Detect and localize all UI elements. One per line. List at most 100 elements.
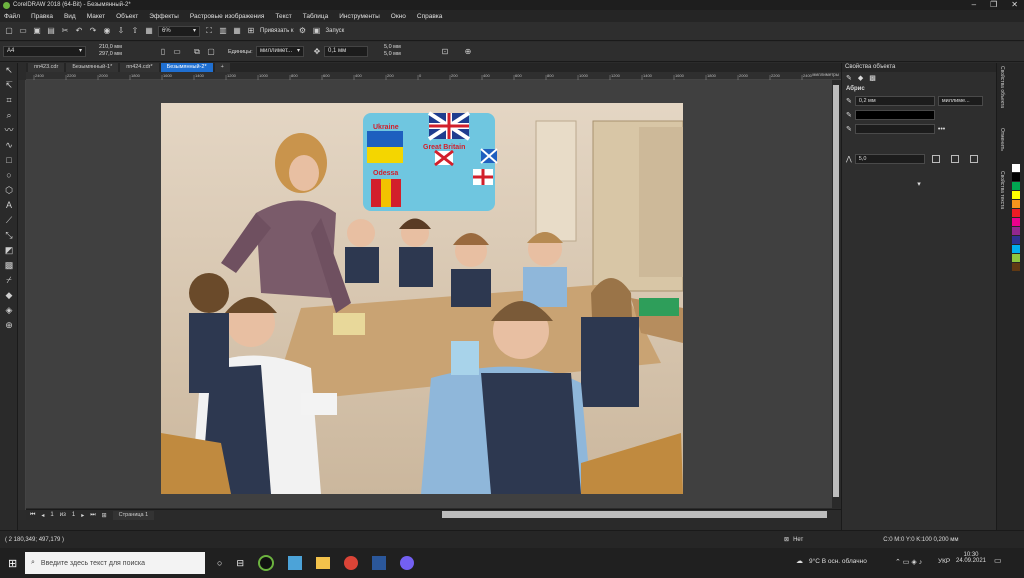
color-swatch[interactable] — [1012, 218, 1020, 226]
tab-pp423[interactable]: пп423.cdr — [28, 63, 65, 72]
current-page-number[interactable]: 1 — [50, 512, 53, 518]
new-tab-button[interactable]: + — [214, 63, 230, 72]
color-swatch[interactable] — [1012, 263, 1020, 271]
snap-icon[interactable]: ⊞ — [246, 26, 256, 36]
corner-bevel-icon[interactable] — [969, 155, 978, 163]
landscape-icon[interactable]: ▭ — [172, 47, 182, 57]
cut-icon[interactable]: ✂ — [60, 26, 70, 36]
add-page-tab-icon[interactable]: ⊞ — [102, 512, 107, 519]
menu-file[interactable]: Файл — [4, 13, 20, 20]
color-swatch[interactable] — [1012, 254, 1020, 262]
menu-edit[interactable]: Правка — [31, 13, 53, 20]
tab-untitled-2[interactable]: Безымянный-2* — [160, 63, 213, 72]
menu-window[interactable]: Окно — [391, 13, 406, 20]
horizontal-scroll-thumb[interactable] — [442, 511, 827, 518]
new-icon[interactable]: ▢ — [4, 26, 14, 36]
color-swatch[interactable] — [1012, 182, 1020, 190]
tray-icons[interactable]: ⌃ ▭ ◈ ♪ — [895, 558, 922, 566]
color-swatch[interactable] — [1012, 173, 1020, 181]
outline-color-picker[interactable] — [854, 110, 935, 120]
first-page-icon[interactable]: ⏮ — [30, 512, 35, 519]
menu-table[interactable]: Таблица — [303, 13, 329, 20]
export-icon[interactable]: ⇧ — [130, 26, 140, 36]
coreldraw-taskbar-icon[interactable] — [257, 555, 274, 571]
undo-icon[interactable]: ↶ — [74, 26, 84, 36]
page-height-field[interactable]: 297,0 мм — [91, 51, 122, 58]
rectangle-tool-icon[interactable]: □ — [0, 153, 18, 168]
fill-tab-icon[interactable]: ◆ — [858, 74, 863, 82]
open-icon[interactable]: ▭ — [18, 26, 28, 36]
document-palette-bar[interactable] — [18, 520, 841, 530]
zoom-tool-icon[interactable]: ⌕ — [0, 108, 18, 123]
launch-dropdown[interactable]: Запуск — [326, 28, 345, 34]
menu-object[interactable]: Объект — [116, 13, 138, 20]
page-size-combo[interactable]: A4 ▾ — [3, 46, 86, 57]
last-page-icon[interactable]: ⏭ — [90, 512, 95, 519]
parallel-dimension-icon[interactable]: ⟋ — [0, 213, 18, 228]
color-swatch[interactable] — [1012, 227, 1020, 235]
color-swatch[interactable] — [1012, 209, 1020, 217]
full-screen-icon[interactable]: ⛶ — [204, 26, 214, 36]
color-swatch[interactable] — [1012, 200, 1020, 208]
publish-pdf-icon[interactable]: ▦ — [144, 26, 154, 36]
color-swatch[interactable] — [1012, 236, 1020, 244]
launch-icon[interactable]: ▣ — [312, 26, 322, 36]
snap-to-dropdown[interactable]: Привязать к — [260, 28, 294, 34]
paint-taskbar-icon[interactable] — [287, 556, 302, 570]
close-button[interactable]: ✕ — [1011, 0, 1018, 9]
menu-tools[interactable]: Инструменты — [339, 13, 380, 20]
menu-text[interactable]: Текст — [275, 13, 291, 20]
vertical-scroll-thumb[interactable] — [833, 85, 839, 497]
connector-tool-icon[interactable]: ⤡ — [0, 228, 18, 243]
side-tab-undo[interactable]: Отменить — [999, 128, 1005, 151]
outline-units-combo[interactable]: миллиме... — [937, 96, 983, 106]
freehand-tool-icon[interactable]: 〰 — [0, 123, 18, 138]
restore-button[interactable]: ❐ — [990, 0, 997, 9]
page-tab-1[interactable]: Страница 1 — [112, 510, 155, 520]
save-icon[interactable]: ▣ — [32, 26, 42, 36]
transparency-tool-icon[interactable]: ▩ — [0, 258, 18, 273]
horizontal-ruler[interactable]: 2400 2200 2000 1800 1600 1400 1200 1000 800 600 40… — [26, 72, 841, 80]
outline-tab-icon[interactable]: ✎ — [846, 74, 852, 82]
interactive-fill-icon[interactable]: ◆ — [0, 288, 18, 303]
page-dimensions[interactable]: 210,0 мм 297,0 мм — [91, 44, 122, 58]
redo-icon[interactable]: ↷ — [88, 26, 98, 36]
menu-bitmaps[interactable]: Растровые изображения — [190, 13, 265, 20]
color-swatch[interactable] — [1012, 164, 1020, 172]
duplicate-x-field[interactable]: 5,0 мм — [376, 44, 401, 51]
import-icon[interactable]: ⇩ — [116, 26, 126, 36]
chrome-icon[interactable] — [343, 556, 358, 570]
line-style-combo[interactable] — [854, 124, 935, 134]
crop-tool-icon[interactable]: ⌗ — [0, 93, 18, 108]
prev-page-icon[interactable]: ◂ — [41, 512, 44, 519]
show-grid-icon[interactable]: ▦ — [232, 26, 242, 36]
expand-chevron-icon[interactable]: ▾ — [842, 166, 996, 188]
polygon-tool-icon[interactable]: ⬡ — [0, 183, 18, 198]
minimize-button[interactable]: – — [972, 0, 976, 9]
next-page-icon[interactable]: ▸ — [81, 512, 84, 519]
side-tab-object-properties[interactable]: Свойства объекта — [999, 66, 1005, 108]
task-view-icon[interactable]: ○ — [217, 558, 222, 568]
taskbar-search-box[interactable]: ⌕ Введите здесь текст для поиска — [25, 552, 205, 574]
show-rulers-icon[interactable]: ▥ — [218, 26, 228, 36]
page-width-field[interactable]: 210,0 мм — [91, 44, 122, 51]
weather-text[interactable]: 9°C В осн. облачно — [809, 558, 867, 565]
all-pages-icon[interactable]: ⧉ — [192, 47, 202, 57]
options-gear-icon[interactable]: ⚙ — [298, 26, 308, 36]
nudge-distance-field[interactable]: 0,1 мм — [324, 46, 368, 57]
menu-layout[interactable]: Макет — [87, 13, 105, 20]
viber-icon[interactable] — [399, 556, 414, 570]
units-combo[interactable]: миллимет... ▾ — [256, 46, 304, 57]
duplicate-distance[interactable]: 5,0 мм 5,0 мм — [376, 44, 401, 58]
ellipse-tool-icon[interactable]: ○ — [0, 168, 18, 183]
page-photo[interactable]: Ukraine Great Britain Odessa — [161, 103, 683, 494]
zoom-level-combo[interactable]: 6% ▾ — [158, 25, 200, 37]
transparency-tab-icon[interactable]: ▩ — [869, 74, 876, 82]
eyedropper-icon[interactable]: ⌿ — [0, 273, 18, 288]
add-tool-icon[interactable]: ⊕ — [0, 318, 18, 333]
side-tab-text-properties[interactable]: Свойства текста — [999, 171, 1005, 209]
corner-miter-icon[interactable] — [931, 155, 940, 163]
smart-fill-icon[interactable]: ◈ — [0, 303, 18, 318]
notifications-icon[interactable]: ▭ — [994, 556, 1002, 565]
text-tool-icon[interactable]: A — [0, 198, 18, 213]
